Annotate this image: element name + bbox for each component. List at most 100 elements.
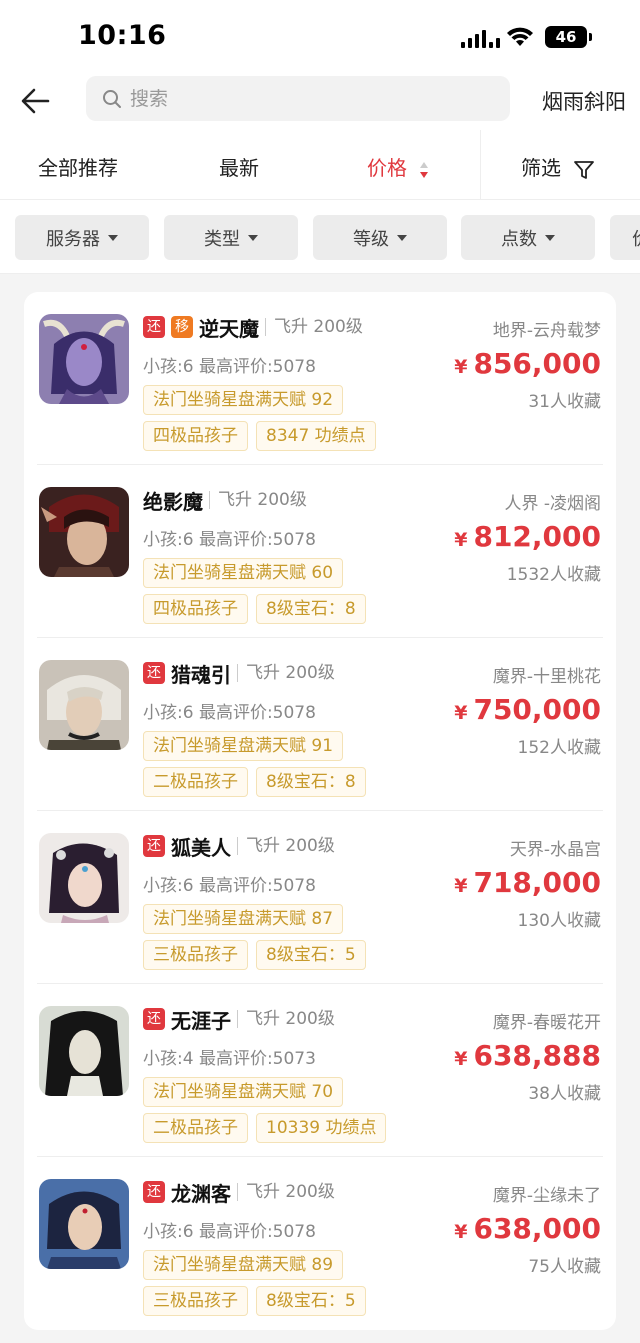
server-name: 天界-水晶宫 xyxy=(509,840,601,860)
character-level: 飞升 200级 xyxy=(237,1183,335,1201)
battery-icon: 46 xyxy=(545,26,587,48)
tag: 法门坐骑星盘满天赋 87 xyxy=(143,904,344,934)
tab-price[interactable]: 价格 xyxy=(367,152,429,181)
favorite-count: 31人收藏 xyxy=(528,392,601,412)
listing-row[interactable]: 还 龙渊客 飞升 200级 小孩:6 最高评价:5078 法门坐骑星盘满天赋 8… xyxy=(37,1157,603,1330)
character-avatar xyxy=(39,487,129,577)
tag: 法门坐骑星盘满天赋 60 xyxy=(143,558,344,588)
character-meta: 小孩:4 最高评价:5073 xyxy=(143,1049,316,1069)
return-badge: 还 xyxy=(143,1008,165,1030)
chip-price[interactable]: 价 xyxy=(610,215,640,260)
tag: 8级宝石：8 xyxy=(256,594,366,624)
chip-points[interactable]: 点数 xyxy=(461,215,595,260)
character-name: 龙渊客 xyxy=(171,1181,231,1206)
price-value: 812,000 xyxy=(473,520,601,553)
tag: 法门坐骑星盘满天赋 70 xyxy=(143,1077,344,1107)
yen-symbol: ¥ xyxy=(454,875,468,897)
character-level: 飞升 200级 xyxy=(265,318,363,336)
favorite-count: 130人收藏 xyxy=(517,911,601,931)
tag: 二极品孩子 xyxy=(143,1113,248,1143)
listing-name-line: 绝影魔 飞升 200级 xyxy=(143,487,307,514)
price: ¥718,000 xyxy=(454,866,601,899)
server-name: 魔界-尘缘未了 xyxy=(492,1186,601,1206)
search-bar: 烟雨斜阳 xyxy=(0,70,640,130)
character-meta: 小孩:6 最高评价:5078 xyxy=(143,876,316,896)
listing-row[interactable]: 还 移 逆天魔 飞升 200级 小孩:6 最高评价:5078 法门坐骑星盘满天赋… xyxy=(37,292,603,465)
listing-card: 还 移 逆天魔 飞升 200级 小孩:6 最高评价:5078 法门坐骑星盘满天赋… xyxy=(24,292,616,1330)
tab-all-recommended[interactable]: 全部推荐 xyxy=(38,152,118,181)
tag: 二极品孩子 xyxy=(143,767,248,797)
chip-price-label: 价 xyxy=(632,225,640,251)
chip-level[interactable]: 等级 xyxy=(313,215,447,260)
sort-arrows-icon xyxy=(420,161,429,178)
character-avatar xyxy=(39,660,129,750)
tag-row: 法门坐骑星盘满天赋 70 xyxy=(143,1077,344,1107)
character-name: 狐美人 xyxy=(171,835,231,860)
chip-server[interactable]: 服务器 xyxy=(15,215,149,260)
tag: 8级宝石：8 xyxy=(256,767,366,797)
chevron-down-icon xyxy=(545,234,555,241)
tag: 三极品孩子 xyxy=(143,940,248,970)
filter-label: 筛选 xyxy=(521,156,561,180)
back-arrow-icon[interactable] xyxy=(18,84,52,118)
character-level: 飞升 200级 xyxy=(237,1010,335,1028)
chip-type-label: 类型 xyxy=(204,228,240,250)
search-input[interactable] xyxy=(130,87,490,110)
tag: 10339 功绩点 xyxy=(256,1113,387,1143)
listing-row[interactable]: 还 无涯子 飞升 200级 小孩:4 最高评价:5073 法门坐骑星盘满天赋 7… xyxy=(37,984,603,1157)
tag-row: 法门坐骑星盘满天赋 87 xyxy=(143,904,344,934)
status-bar: 10:16 46 xyxy=(0,0,640,70)
filter-button[interactable]: 筛选 xyxy=(521,152,595,181)
tab-price-label: 价格 xyxy=(367,156,407,180)
character-avatar xyxy=(39,314,129,404)
filter-chip-bar: 服务器 类型 等级 点数 价 xyxy=(0,200,640,274)
tag: 法门坐骑星盘满天赋 89 xyxy=(143,1250,344,1280)
listing-name-line: 还 狐美人 飞升 200级 xyxy=(143,833,335,860)
price-value: 718,000 xyxy=(473,866,601,899)
character-meta: 小孩:6 最高评价:5078 xyxy=(143,1222,316,1242)
transfer-badge: 移 xyxy=(171,316,193,338)
battery-cap xyxy=(589,33,592,41)
tab-newest[interactable]: 最新 xyxy=(219,152,259,181)
status-time: 10:16 xyxy=(78,20,167,51)
listing-row[interactable]: 绝影魔 飞升 200级 小孩:6 最高评价:5078 法门坐骑星盘满天赋 60 … xyxy=(37,465,603,638)
return-badge: 还 xyxy=(143,835,165,857)
listing-row[interactable]: 还 猎魂引 飞升 200级 小孩:6 最高评价:5078 法门坐骑星盘满天赋 9… xyxy=(37,638,603,811)
favorite-count: 75人收藏 xyxy=(528,1257,601,1277)
tag: 法门坐骑星盘满天赋 91 xyxy=(143,731,344,761)
character-meta: 小孩:6 最高评价:5078 xyxy=(143,357,316,377)
character-meta: 小孩:6 最高评价:5078 xyxy=(143,530,316,550)
price: ¥638,000 xyxy=(454,1212,601,1245)
server-name: 魔界-春暖花开 xyxy=(492,1013,601,1033)
server-name: 魔界-十里桃花 xyxy=(492,667,601,687)
tag: 四极品孩子 xyxy=(143,594,248,624)
price-value: 638,888 xyxy=(473,1039,601,1072)
search-keyword-label[interactable]: 烟雨斜阳 xyxy=(542,86,626,116)
character-level: 飞升 200级 xyxy=(237,664,335,682)
listing-name-line: 还 无涯子 飞升 200级 xyxy=(143,1006,335,1033)
tag-row: 法门坐骑星盘满天赋 92 xyxy=(143,385,344,415)
yen-symbol: ¥ xyxy=(454,702,468,724)
chip-type[interactable]: 类型 xyxy=(164,215,298,260)
tag: 8级宝石：5 xyxy=(256,940,366,970)
cellular-signal-icon xyxy=(461,27,500,48)
price-value: 856,000 xyxy=(473,347,601,380)
favorite-count: 38人收藏 xyxy=(528,1084,601,1104)
search-icon xyxy=(103,89,121,108)
tag: 法门坐骑星盘满天赋 92 xyxy=(143,385,344,415)
tag-row: 三极品孩子 8级宝石：5 xyxy=(143,940,366,970)
listing-row[interactable]: 还 狐美人 飞升 200级 小孩:6 最高评价:5078 法门坐骑星盘满天赋 8… xyxy=(37,811,603,984)
chip-server-label: 服务器 xyxy=(46,228,100,250)
character-name: 无涯子 xyxy=(171,1008,231,1033)
chevron-down-icon xyxy=(248,234,258,241)
character-avatar xyxy=(39,833,129,923)
chip-level-label: 等级 xyxy=(353,228,389,250)
chip-points-label: 点数 xyxy=(501,228,537,250)
sort-divider xyxy=(480,130,481,200)
search-box[interactable] xyxy=(86,76,510,121)
favorite-count: 152人收藏 xyxy=(517,738,601,758)
character-avatar xyxy=(39,1006,129,1096)
tag: 8级宝石：5 xyxy=(256,1286,366,1316)
tag-row: 二极品孩子 10339 功绩点 xyxy=(143,1113,387,1143)
filter-icon xyxy=(574,160,595,179)
